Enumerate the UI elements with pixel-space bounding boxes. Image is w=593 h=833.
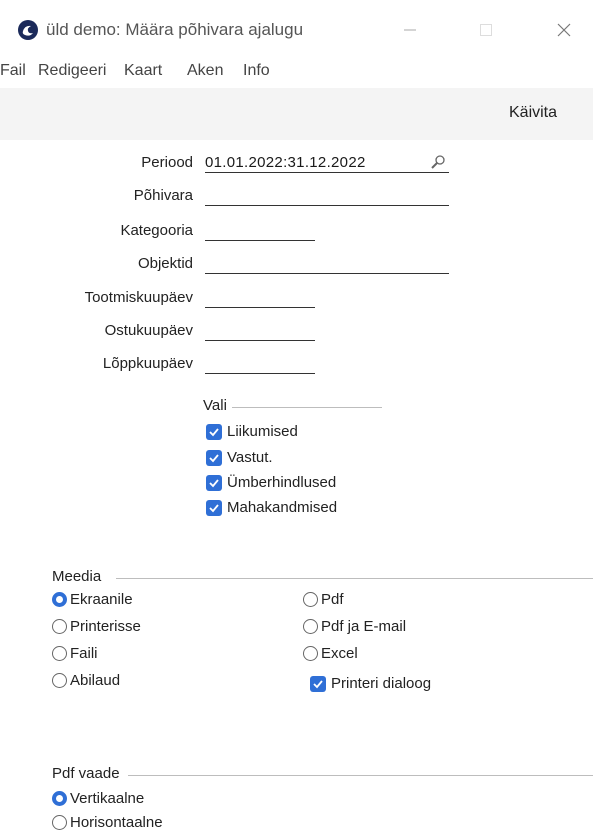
radio-empty-icon: [52, 619, 67, 634]
menu-redigeeri[interactable]: Redigeeri: [38, 62, 106, 80]
label-ostukuupaev: Ostukuupäev: [104, 322, 193, 339]
pdf-vaade-divider: [128, 775, 593, 776]
kategooria-field[interactable]: [205, 222, 315, 241]
radio-empty-icon: [52, 646, 67, 661]
meedia-section-title: Meedia: [52, 568, 102, 585]
radio-excel[interactable]: Excel: [303, 645, 358, 662]
checkbox-checked-icon: [206, 474, 222, 491]
radio-faili[interactable]: Faili: [52, 645, 98, 662]
checkbox-printeri-dialoog[interactable]: Printeri dialoog: [310, 675, 431, 692]
maximize-icon: [480, 24, 492, 36]
maximize-button[interactable]: [471, 18, 501, 42]
meedia-divider: [116, 578, 593, 579]
checkbox-checked-icon: [206, 449, 222, 466]
checkbox-checked-icon: [206, 423, 222, 440]
radio-pdf[interactable]: Pdf: [303, 591, 344, 608]
ostukuupaev-field[interactable]: [205, 322, 315, 341]
label-periood: Periood: [141, 154, 193, 171]
close-button[interactable]: [549, 18, 579, 42]
run-button[interactable]: Käivita: [509, 104, 557, 122]
pdf-vaade-section-title: Pdf vaade: [52, 765, 120, 782]
periood-field[interactable]: 01.01.2022:31.12.2022: [205, 154, 449, 173]
close-icon: [557, 23, 571, 37]
checkbox-umberhindlused[interactable]: Ümberhindlused: [206, 474, 336, 491]
menu-kaart[interactable]: Kaart: [124, 62, 162, 80]
toolbar: [0, 88, 593, 140]
minimize-icon: [404, 29, 416, 31]
minimize-button[interactable]: [395, 18, 425, 42]
radio-abilaud[interactable]: Abilaud: [52, 672, 120, 689]
menu-fail[interactable]: Fail: [0, 62, 26, 80]
radio-vertikaalne[interactable]: Vertikaalne: [52, 790, 144, 807]
radio-empty-icon: [303, 646, 318, 661]
vali-divider: [232, 407, 382, 408]
checkbox-checked-icon: [206, 499, 222, 516]
checkbox-liikumised[interactable]: Liikumised: [206, 423, 298, 440]
menu-aken[interactable]: Aken: [187, 62, 223, 80]
menu-info[interactable]: Info: [243, 62, 270, 80]
vali-section-title: Vali: [203, 397, 227, 414]
tootmiskuupaev-field[interactable]: [205, 289, 315, 308]
radio-selected-icon: [52, 592, 67, 607]
radio-printerisse[interactable]: Printerisse: [52, 618, 141, 635]
label-pohivara: Põhivara: [133, 187, 193, 204]
pohivara-field[interactable]: [205, 187, 449, 206]
checkbox-vastut[interactable]: Vastut.: [206, 449, 273, 466]
checkbox-mahakandmised[interactable]: Mahakandmised: [206, 499, 337, 516]
radio-empty-icon: [52, 815, 67, 830]
label-kategooria: Kategooria: [120, 222, 193, 239]
radio-ekraanile[interactable]: Ekraanile: [52, 591, 133, 608]
window-title: üld demo: Määra põhivara ajalugu: [46, 20, 304, 39]
checkbox-checked-icon: [310, 675, 326, 692]
search-icon[interactable]: [430, 154, 446, 170]
objektid-field[interactable]: [205, 255, 449, 274]
label-tootmiskuupaev: Tootmiskuupäev: [84, 289, 193, 306]
radio-pdf-ja-email[interactable]: Pdf ja E-mail: [303, 618, 406, 635]
radio-empty-icon: [52, 673, 67, 688]
app-logo-icon: [18, 20, 38, 40]
radio-horisontaalne[interactable]: Horisontaalne: [52, 814, 163, 831]
radio-selected-icon: [52, 791, 67, 806]
radio-empty-icon: [303, 619, 318, 634]
radio-empty-icon: [303, 592, 318, 607]
label-loppkuupaev: Lõppkuupäev: [102, 355, 193, 372]
label-objektid: Objektid: [137, 255, 193, 272]
loppkuupaev-field[interactable]: [205, 355, 315, 374]
